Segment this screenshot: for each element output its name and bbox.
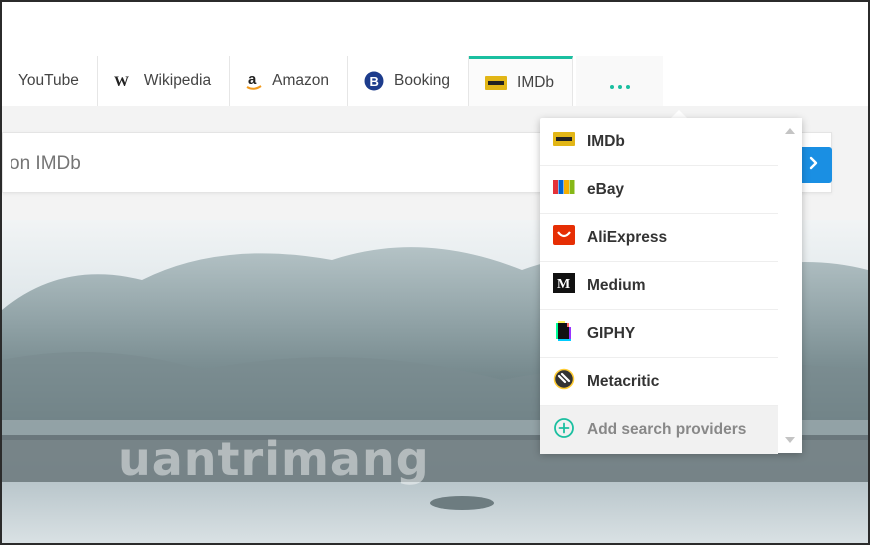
tab-booking[interactable]: B Booking [348, 56, 470, 106]
svg-text:M: M [557, 277, 570, 292]
tab-amazon[interactable]: a Amazon [230, 56, 348, 106]
provider-label: eBay [587, 180, 625, 198]
scroll-up-arrow-icon[interactable] [785, 128, 795, 134]
search-provider-tabs: YouTube W Wikipedia a Amazon B Booking I… [2, 56, 664, 106]
tab-youtube[interactable]: YouTube [2, 56, 98, 106]
providers-dropdown: IMDb eBay AliExpress M Medium GIPHY Meta… [540, 118, 802, 454]
provider-label: AliExpress [587, 228, 668, 246]
add-search-providers-button[interactable]: Add search providers [540, 406, 778, 454]
chevron-right-icon [808, 156, 820, 175]
add-providers-label: Add search providers [587, 421, 747, 438]
provider-item-metacritic[interactable]: Metacritic [540, 358, 778, 406]
aliexpress-icon [553, 225, 575, 250]
giphy-icon [553, 320, 575, 347]
watermark-logo: uantrimang [118, 432, 430, 486]
tab-label: Booking [394, 72, 451, 89]
tab-label: Wikipedia [143, 72, 212, 89]
tab-label: YouTube [18, 72, 79, 89]
more-dots-icon [609, 85, 630, 89]
ebay-icon [553, 179, 575, 200]
wikipedia-icon: W [114, 74, 134, 88]
tab-label: IMDb [517, 73, 555, 91]
provider-label: Metacritic [587, 372, 660, 390]
provider-label: GIPHY [587, 324, 636, 342]
imdb-icon [485, 75, 508, 90]
frame-top [0, 0, 870, 2]
more-providers-button[interactable] [576, 56, 664, 106]
metacritic-icon [553, 368, 575, 395]
dropdown-scrollbar[interactable] [778, 118, 802, 453]
scroll-down-arrow-icon[interactable] [785, 437, 795, 443]
amazon-icon: a [246, 71, 262, 91]
tab-wikipedia[interactable]: W Wikipedia [97, 56, 231, 106]
svg-text:W: W [114, 74, 129, 88]
medium-icon: M [553, 273, 575, 298]
provider-label: IMDb [587, 132, 625, 150]
provider-item-aliexpress[interactable]: AliExpress [540, 214, 778, 262]
provider-label: Medium [587, 276, 646, 294]
provider-item-medium[interactable]: M Medium [540, 262, 778, 310]
plus-circle-icon [553, 417, 575, 444]
provider-item-imdb[interactable]: IMDb [540, 118, 778, 166]
imdb-icon [553, 132, 575, 151]
tab-imdb[interactable]: IMDb [469, 56, 574, 106]
provider-item-ebay[interactable]: eBay [540, 166, 778, 214]
booking-icon: B [364, 71, 384, 91]
providers-list: IMDb eBay AliExpress M Medium GIPHY Meta… [540, 118, 778, 454]
svg-text:a: a [248, 71, 257, 88]
provider-item-giphy[interactable]: GIPHY [540, 310, 778, 358]
tab-label: Amazon [272, 72, 329, 89]
svg-text:B: B [370, 74, 379, 89]
